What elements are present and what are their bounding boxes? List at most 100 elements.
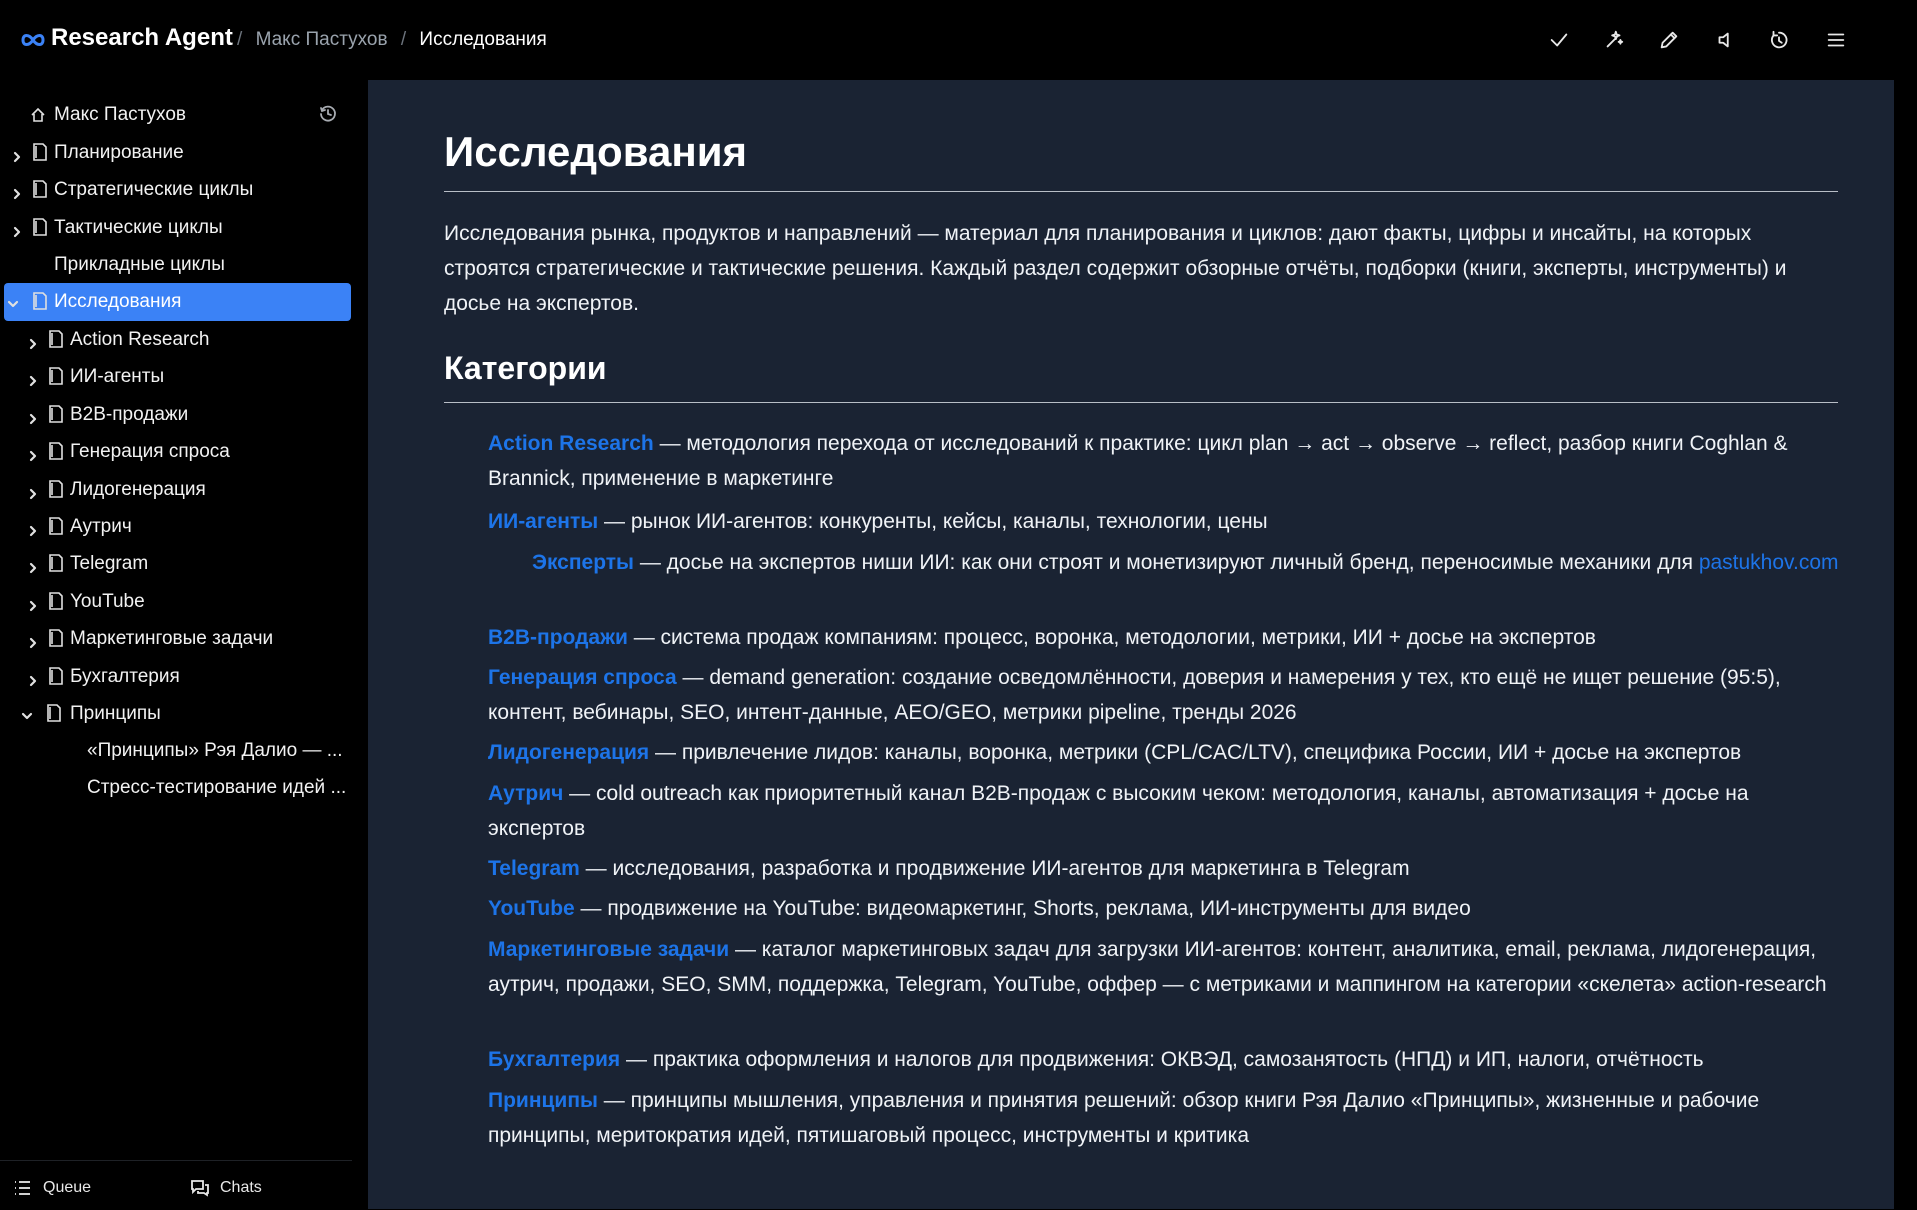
category-description: — принципы мышления, управления и принят… bbox=[488, 1089, 1760, 1147]
page-icon bbox=[48, 442, 64, 460]
category-link-b2b-sales[interactable]: B2B-продажи bbox=[488, 626, 628, 649]
sidebar-item-label: Планирование bbox=[54, 142, 184, 163]
category-link-demand-generation[interactable]: Генерация спроса bbox=[488, 666, 677, 689]
sidebar-item-label: Тактические циклы bbox=[54, 217, 223, 238]
sidebar-item-label: Стратегические циклы bbox=[54, 179, 254, 200]
chevron-right-icon[interactable] bbox=[26, 410, 40, 425]
sidebar-item-ai-agents[interactable]: ИИ-агенты bbox=[0, 359, 352, 395]
page-icon bbox=[48, 330, 64, 348]
page-icon bbox=[48, 517, 64, 535]
chevron-right-icon[interactable] bbox=[26, 559, 40, 574]
sidebar-item-stress-testing[interactable]: Стресс-тестирование идей ... bbox=[0, 770, 352, 806]
list-item: Telegram — исследования, разработка и пр… bbox=[488, 851, 1848, 886]
breadcrumb-item-root[interactable]: Макс Пастухов bbox=[256, 29, 388, 50]
intro-paragraph: Исследования рынка, продуктов и направле… bbox=[444, 222, 1787, 315]
section-divider bbox=[444, 402, 1838, 403]
sidebar-item-action-research[interactable]: Action Research bbox=[0, 322, 352, 358]
edit-button[interactable] bbox=[1651, 22, 1687, 58]
sidebar-item-b2b-sales[interactable]: B2B-продажи bbox=[0, 397, 352, 433]
breadcrumb: / Макс Пастухов / Исследования bbox=[229, 29, 547, 51]
check-icon bbox=[1550, 33, 1568, 47]
page-icon bbox=[32, 143, 48, 161]
category-link-marketing-tasks[interactable]: Маркетинговые задачи bbox=[488, 938, 729, 961]
sidebar-item-planning[interactable]: Планирование bbox=[0, 135, 352, 171]
category-link-experts[interactable]: Эксперты bbox=[532, 551, 634, 574]
speaker-icon bbox=[1718, 32, 1729, 48]
category-link-lead-generation[interactable]: Лидогенерация bbox=[488, 741, 649, 764]
chevron-right-icon[interactable] bbox=[10, 185, 24, 200]
category-description: — привлечение лидов: каналы, воронка, ме… bbox=[649, 741, 1742, 764]
category-link-ai-agents[interactable]: ИИ-агенты bbox=[488, 510, 598, 533]
sidebar-item-telegram[interactable]: Telegram bbox=[0, 546, 352, 582]
content-panel: Исследования Исследования рынка, продукт… bbox=[368, 80, 1894, 1209]
speaker-button[interactable] bbox=[1707, 22, 1743, 58]
sidebar-item-lead-generation[interactable]: Лидогенерация bbox=[0, 472, 352, 508]
sidebar-item-tactical-cycles[interactable]: Тактические циклы bbox=[0, 210, 352, 246]
list-item: Генерация спроса — demand generation: со… bbox=[488, 660, 1848, 730]
sidebar-item-marketing-tasks[interactable]: Маркетинговые задачи bbox=[0, 621, 352, 657]
page-icon bbox=[48, 554, 64, 572]
chevron-right-icon[interactable] bbox=[26, 485, 40, 500]
sidebar-item-root[interactable]: Макс Пастухов bbox=[0, 97, 352, 133]
sidebar-item-label: Аутрич bbox=[70, 516, 132, 537]
list-item: Бухгалтерия — практика оформления и нало… bbox=[488, 1042, 1848, 1077]
app-brand[interactable]: Research Agent bbox=[51, 24, 233, 52]
sidebar-item-applied-cycles[interactable]: Прикладные циклы bbox=[0, 247, 352, 283]
pencil-icon bbox=[1660, 31, 1678, 49]
menu-icon bbox=[1827, 33, 1845, 47]
refresh-button[interactable] bbox=[1761, 22, 1797, 58]
chevron-right-icon[interactable] bbox=[26, 672, 40, 687]
list-item: Принципы — принципы мышления, управления… bbox=[488, 1083, 1848, 1153]
category-link-accounting[interactable]: Бухгалтерия bbox=[488, 1048, 620, 1071]
category-link-youtube[interactable]: YouTube bbox=[488, 897, 575, 920]
sidebar-item-strategic-cycles[interactable]: Стратегические циклы bbox=[0, 172, 352, 208]
page-icon bbox=[48, 629, 64, 647]
list-item: Action Research — методология перехода о… bbox=[488, 426, 1848, 496]
chevron-right-icon[interactable] bbox=[10, 148, 24, 163]
sidebar-item-label: B2B-продажи bbox=[70, 404, 189, 425]
chevron-down-icon[interactable] bbox=[6, 295, 20, 309]
list-item: Эксперты — досье на экспертов ниши ИИ: к… bbox=[532, 545, 1848, 580]
page-icon bbox=[48, 367, 64, 385]
rotate-icon bbox=[1770, 30, 1788, 49]
chats-button[interactable]: Chats bbox=[191, 1179, 262, 1197]
chevron-right-icon[interactable] bbox=[26, 597, 40, 612]
page-icon bbox=[48, 592, 64, 610]
chat-bubbles-icon bbox=[191, 1180, 209, 1197]
list-item: YouTube — продвижение на YouTube: видеом… bbox=[488, 891, 1848, 926]
sparkles-icon bbox=[1606, 30, 1624, 48]
sidebar-item-dalio-principles[interactable]: «Принципы» Рэя Далио — ... bbox=[0, 733, 352, 769]
category-link-telegram[interactable]: Telegram bbox=[488, 857, 580, 880]
sidebar-item-outreach[interactable]: Аутрич bbox=[0, 509, 352, 545]
history-icon[interactable] bbox=[318, 104, 338, 124]
sidebar-item-principles[interactable]: Принципы bbox=[0, 696, 352, 732]
check-button[interactable] bbox=[1541, 22, 1577, 58]
page-icon bbox=[46, 704, 62, 722]
chevron-right-icon[interactable] bbox=[26, 372, 40, 387]
category-link-action-research[interactable]: Action Research bbox=[488, 432, 654, 455]
chevron-right-icon[interactable] bbox=[10, 223, 24, 238]
sidebar-item-research[interactable]: Исследования bbox=[4, 283, 351, 321]
category-description: — demand generation: создание осведомлён… bbox=[488, 666, 1781, 724]
sidebar-item-label: YouTube bbox=[70, 591, 145, 612]
section-title: Категории bbox=[444, 350, 607, 386]
sparkles-button[interactable] bbox=[1596, 22, 1632, 58]
page-icon bbox=[32, 180, 48, 198]
site-link[interactable]: pastukhov.com bbox=[1699, 551, 1839, 574]
sidebar-item-youtube[interactable]: YouTube bbox=[0, 584, 352, 620]
breadcrumb-separator: / bbox=[237, 29, 243, 50]
category-description: — продвижение на YouTube: видеомаркетинг… bbox=[574, 897, 1471, 920]
chevron-right-icon[interactable] bbox=[26, 447, 40, 462]
menu-button[interactable] bbox=[1818, 22, 1854, 58]
chevron-right-icon[interactable] bbox=[26, 335, 40, 350]
sidebar-item-accounting[interactable]: Бухгалтерия bbox=[0, 659, 352, 695]
chevron-right-icon[interactable] bbox=[26, 522, 40, 537]
category-link-principles[interactable]: Принципы bbox=[488, 1089, 598, 1112]
home-icon bbox=[30, 106, 46, 124]
list-item: Лидогенерация — привлечение лидов: канал… bbox=[488, 735, 1848, 770]
chevron-down-icon[interactable] bbox=[20, 707, 34, 721]
chevron-right-icon[interactable] bbox=[26, 634, 40, 649]
category-link-outreach[interactable]: Аутрич bbox=[488, 782, 563, 805]
sidebar-item-demand-generation[interactable]: Генерация спроса bbox=[0, 434, 352, 470]
queue-button[interactable]: Queue bbox=[14, 1179, 91, 1197]
